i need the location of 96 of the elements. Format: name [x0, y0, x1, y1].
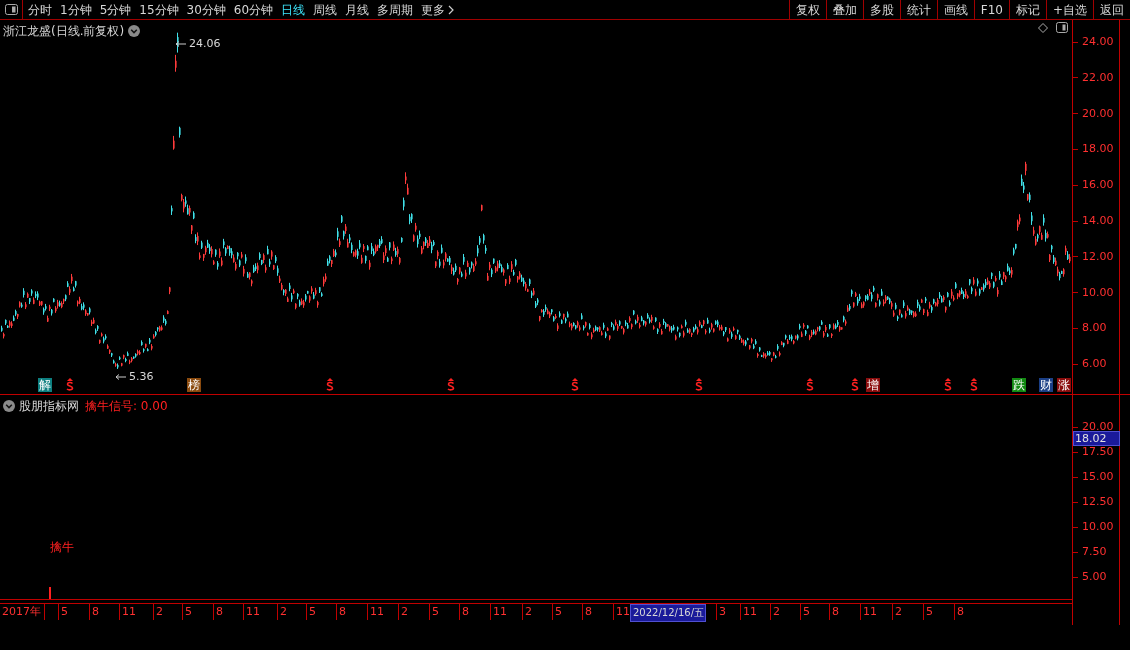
signal-arrow-icon: [851, 378, 859, 391]
time-axis-label: 11: [860, 604, 877, 620]
signal-label: 擒牛: [50, 539, 74, 556]
toolbar-button[interactable]: 复权: [788, 0, 826, 19]
indicator-axis-label: 5.00: [1082, 570, 1107, 584]
time-axis-label: 11: [490, 604, 507, 620]
cursor-date: 2022/12/16/五: [630, 604, 706, 622]
chevron-down-icon[interactable]: [3, 400, 15, 412]
period-tab[interactable]: 周线: [313, 0, 338, 19]
time-axis-label: 5: [552, 604, 562, 620]
event-tag[interactable]: 解: [38, 378, 52, 392]
signal-arrow-icon: [695, 378, 703, 391]
time-axis-label: 2: [892, 604, 902, 620]
time-axis-label: 5: [800, 604, 810, 620]
period-tab[interactable]: 更多: [421, 0, 455, 19]
time-axis-label: 2: [277, 604, 287, 620]
diamond-icon[interactable]: [1038, 22, 1048, 33]
signal-arrow-icon: [944, 378, 952, 391]
toolbar-button[interactable]: 标记: [1008, 0, 1046, 19]
time-axis-label: 2: [522, 604, 532, 620]
period-tab[interactable]: 30分钟: [186, 0, 226, 19]
high-price-label: 24.06: [189, 36, 221, 52]
time-axis-label: 8: [336, 604, 346, 620]
indicator-axis-label: 10.00: [1082, 520, 1114, 534]
period-tab[interactable]: 月线: [345, 0, 370, 19]
pointer-arrow-icon: [175, 40, 187, 49]
signal-value: 擒牛信号: 0.00: [85, 398, 168, 415]
time-axis-label: 2: [398, 604, 408, 620]
panel-toggle-icon[interactable]: [1056, 22, 1068, 33]
chevron-right-icon: [448, 4, 455, 15]
signal-arrow-icon: [326, 378, 334, 391]
event-tag[interactable]: 财: [1039, 378, 1053, 392]
time-axis-label: 5: [182, 604, 192, 620]
low-price-label: 5.36: [129, 369, 154, 385]
price-axis-label: 20.00: [1082, 106, 1114, 121]
time-axis-label: 5: [923, 604, 933, 620]
event-tag[interactable]: 涨: [1057, 378, 1071, 392]
price-axis-label: 8.00: [1082, 321, 1107, 336]
pointer-arrow-icon: [115, 373, 127, 382]
toolbar-button[interactable]: 统计: [899, 0, 937, 19]
time-axis-label: 11: [367, 604, 384, 620]
time-axis-label: 8: [459, 604, 469, 620]
toolbar-button[interactable]: +自选: [1045, 0, 1093, 19]
toolbar-button[interactable]: 叠加: [825, 0, 863, 19]
period-tab[interactable]: 60分钟: [233, 0, 274, 19]
time-axis-label: 5: [429, 604, 439, 620]
price-axis-label: 10.00: [1082, 285, 1114, 300]
time-axis-label: 5: [58, 604, 68, 620]
event-tag[interactable]: 榜: [187, 378, 201, 392]
time-axis-label: 5: [306, 604, 316, 620]
chevron-down-icon[interactable]: [128, 25, 141, 37]
price-axis-label: 14.00: [1082, 214, 1114, 228]
time-axis-label: 11: [119, 604, 136, 620]
price-axis-label: 16.00: [1082, 178, 1114, 193]
toolbar-button[interactable]: 返回: [1093, 0, 1130, 19]
period-tab[interactable]: 分时: [28, 0, 52, 19]
signal-arrow-icon: [66, 378, 74, 391]
time-axis-label: 3: [716, 604, 726, 620]
indicator-axis-label: 12.50: [1082, 495, 1114, 509]
time-axis-label: 11: [243, 604, 260, 620]
time-axis-label: 2017年: [0, 604, 45, 620]
event-tag[interactable]: 增: [866, 378, 880, 392]
signal-arrow-icon: [970, 378, 978, 391]
current-value-label: 18.02: [1073, 431, 1120, 446]
indicator-axis-label: 7.50: [1082, 545, 1107, 559]
event-tag[interactable]: 跌: [1012, 378, 1026, 392]
price-axis-label: 18.00: [1082, 142, 1114, 157]
stock-title: 浙江龙盛(日线.前复权): [3, 23, 125, 40]
time-axis-label: 11: [740, 604, 757, 620]
time-axis-label: 8: [213, 604, 223, 620]
time-axis-label: 2: [770, 604, 780, 620]
price-axis-label: 24.00: [1082, 35, 1114, 49]
period-tab[interactable]: 多周期: [377, 0, 414, 19]
toolbar-button[interactable]: 多股: [862, 0, 900, 19]
price-axis-label: 6.00: [1082, 357, 1107, 372]
signal-arrow-icon: [806, 378, 814, 391]
period-tab[interactable]: 日线: [281, 0, 306, 19]
time-axis-label: 8: [829, 604, 839, 620]
period-tab[interactable]: 15分钟: [139, 0, 179, 19]
indicator-axis-label: 20.00: [1082, 420, 1114, 434]
time-axis-label: 2: [153, 604, 163, 620]
signal-arrow-icon: [447, 378, 455, 391]
period-tab[interactable]: 1分钟: [60, 0, 92, 19]
time-axis-label: 8: [954, 604, 964, 620]
period-tab[interactable]: 5分钟: [99, 0, 132, 19]
signal-arrow-icon: [571, 378, 579, 391]
panel-toggle-icon[interactable]: [4, 4, 18, 15]
indicator-name: 股朋指标网: [19, 398, 79, 415]
time-axis-label: 8: [89, 604, 99, 620]
price-axis-label: 22.00: [1082, 70, 1114, 85]
indicator-axis-label: 15.00: [1082, 470, 1114, 484]
indicator-axis-label: 17.50: [1082, 445, 1114, 459]
time-axis-label: 8: [582, 604, 592, 620]
toolbar-button[interactable]: F10: [973, 0, 1009, 19]
price-axis-label: 12.00: [1082, 249, 1114, 264]
toolbar-button[interactable]: 画线: [936, 0, 974, 19]
